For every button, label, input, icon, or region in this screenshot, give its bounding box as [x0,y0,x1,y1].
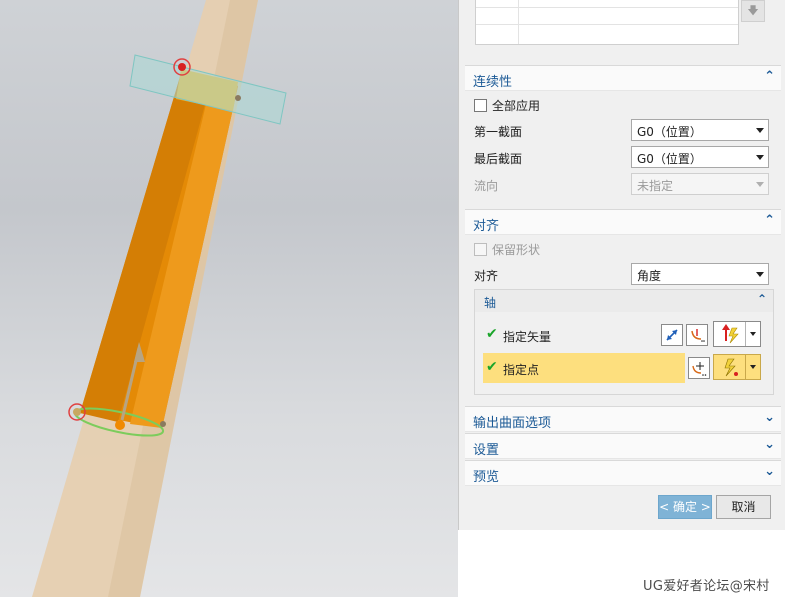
handle-point-top[interactable] [235,95,241,101]
vector-dialog-button[interactable] [686,324,708,346]
alignment-value: 角度 [637,269,662,283]
section-table[interactable] [475,0,739,45]
handle-point-bottom[interactable] [160,421,166,427]
specify-point-label: 指定点 [503,363,540,377]
chevron-down-icon: ⌄ [764,464,775,479]
inferred-vector-icon [714,322,746,346]
table-column-line [518,0,519,44]
last-section-label: 最后截面 [474,152,523,166]
watermark: UG爱好者论坛@宋村 [643,579,770,594]
specify-point-row[interactable]: ✔ 指定点 [483,353,771,383]
point-dialog-icon [692,362,707,376]
table-row-line [476,24,738,25]
chevron-up-icon: ⌃ [764,213,775,228]
chevron-down-icon: ⌄ [764,410,775,425]
dropdown-arrow-icon [756,182,764,187]
last-section-select[interactable]: G0（位置） [631,146,769,168]
section-title: 预览 [473,470,500,485]
dropdown-arrow-icon[interactable] [745,322,760,346]
flow-direction-select: 未指定 [631,173,769,195]
section-title: 对齐 [473,219,500,234]
inferred-vector-dropdown[interactable] [713,321,761,347]
first-section-select[interactable]: G0（位置） [631,119,769,141]
section-header-output-options[interactable]: 输出曲面选项 ⌄ [465,406,781,432]
start-point[interactable] [178,63,186,71]
move-down-button[interactable]: 🡇 [741,0,765,22]
last-section-value: G0（位置） [637,152,702,166]
dropdown-arrow-icon [756,155,764,160]
dropdown-arrow-icon [756,128,764,133]
axis-group-header[interactable]: 轴 ⌃ [475,290,773,312]
section-header-settings[interactable]: 设置 ⌄ [465,433,781,459]
model-graphics[interactable] [0,0,460,597]
axis-group: 轴 ⌃ ✔ 指定矢量 ✔ 指定点 [474,289,774,395]
first-section-value: G0（位置） [637,125,702,139]
arrow-down-icon: 🡇 [747,3,759,17]
check-icon: ✔ [486,326,498,342]
preserve-shape-checkbox [474,243,487,256]
cancel-button[interactable]: 取消 [716,495,771,519]
origin-point[interactable] [115,420,125,430]
section-header-preview[interactable]: 预览 ⌄ [465,460,781,486]
reverse-direction-button[interactable] [661,324,683,346]
point-dialog-button[interactable] [688,357,710,379]
first-section-label: 第一截面 [474,125,523,139]
alignment-select[interactable]: 角度 [631,263,769,285]
section-title: 输出曲面选项 [473,416,552,431]
check-icon: ✔ [486,359,498,375]
alignment-label: 对齐 [474,269,499,283]
axis-group-title: 轴 [484,296,497,310]
reverse-direction-icon [666,329,678,341]
apply-all-checkbox[interactable] [474,99,487,112]
section-title: 连续性 [473,75,513,90]
specify-vector-row[interactable]: ✔ 指定矢量 [483,320,771,350]
dropdown-arrow-icon [756,272,764,277]
chevron-down-icon: ⌄ [764,437,775,452]
specify-vector-label: 指定矢量 [503,330,552,344]
dialog-panel: 🡇 连续性 ⌃ 全部应用 第一截面 G0（位置） 最后截面 G0（位置） 流向 … [458,0,785,530]
table-row-line [476,7,738,8]
chevron-up-icon: ⌃ [756,292,767,306]
vector-dialog-icon [691,329,705,342]
preserve-shape-label: 保留形状 [492,243,541,257]
inferred-point-icon [714,355,746,379]
ok-button[interactable]: < 确定 > [658,495,712,519]
dropdown-arrow-icon[interactable] [745,355,760,379]
chevron-up-icon: ⌃ [764,69,775,84]
section-title: 设置 [473,443,500,458]
section-header-alignment[interactable]: 对齐 ⌃ [465,209,781,235]
inferred-point-dropdown[interactable] [713,354,761,380]
flow-direction-value: 未指定 [637,179,674,193]
apply-all-label: 全部应用 [492,99,541,113]
section-header-continuity[interactable]: 连续性 ⌃ [465,65,781,91]
end-point[interactable] [73,408,81,416]
graphics-viewport[interactable] [0,0,460,597]
flow-direction-label: 流向 [474,179,499,193]
